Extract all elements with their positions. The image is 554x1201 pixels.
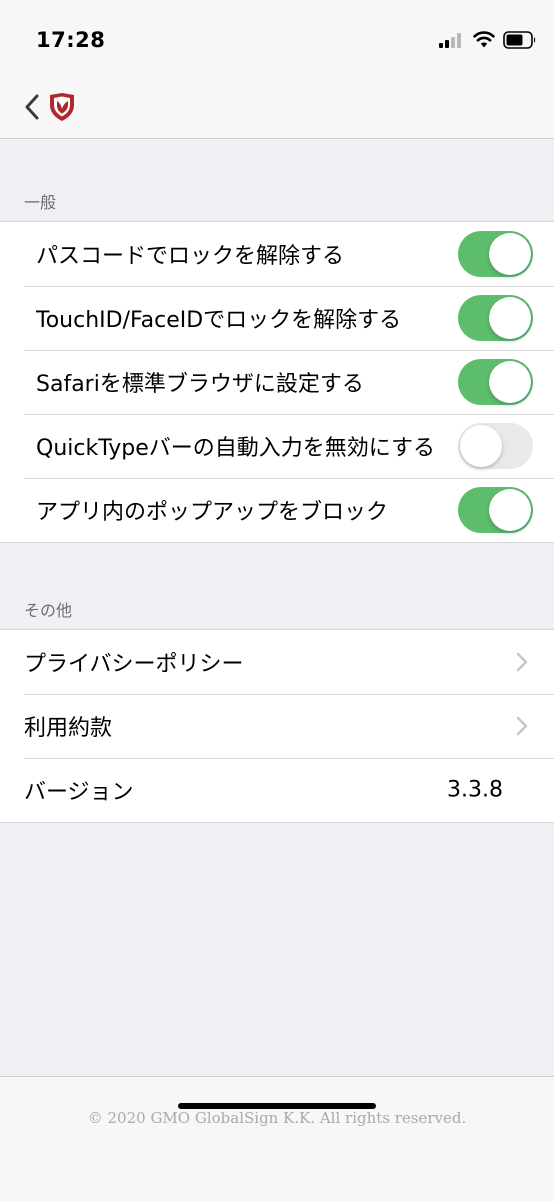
section-header-other: その他 [24, 601, 73, 620]
copyright-text: © 2020 GMO GlobalSign K.K. All rights re… [87, 1109, 467, 1127]
navigation-bar [0, 80, 554, 139]
shield-logo-icon [50, 93, 74, 121]
toggle-knob [489, 489, 531, 531]
wifi-icon [473, 31, 495, 48]
row-version: バージョン 3.3.8 [0, 758, 554, 822]
setting-row-passcode-lock: パスコードでロックを解除する [0, 222, 554, 286]
row-label-version: バージョン [24, 780, 134, 805]
row-privacy-policy[interactable]: プライバシーポリシー [0, 630, 554, 694]
status-bar: 17:28 [0, 0, 554, 80]
chevron-right-icon [516, 652, 528, 672]
toggle-touchid-faceid[interactable] [458, 295, 533, 341]
cellular-signal-icon [439, 33, 465, 48]
section-header-general: 一般 [24, 193, 57, 212]
toggle-block-popups[interactable] [458, 487, 533, 533]
battery-icon [503, 31, 536, 49]
status-time: 17:28 [36, 28, 106, 52]
row-label-terms-of-use: 利用約款 [24, 716, 113, 741]
toggle-knob [489, 297, 531, 339]
setting-row-touchid-faceid: TouchID/FaceIDでロックを解除する [0, 286, 554, 350]
toggle-knob [460, 425, 502, 467]
general-settings-group: パスコードでロックを解除する TouchID/FaceIDでロックを解除する S… [0, 221, 554, 543]
toggle-knob [489, 233, 531, 275]
chevron-left-icon[interactable] [22, 92, 44, 122]
setting-label-quicktype: QuickTypeバーの自動入力を無効にする [36, 436, 435, 461]
chevron-right-icon [516, 716, 528, 736]
setting-label-touchid-faceid: TouchID/FaceIDでロックを解除する [36, 308, 402, 333]
setting-row-quicktype: QuickTypeバーの自動入力を無効にする [0, 414, 554, 478]
row-label-privacy-policy: プライバシーポリシー [24, 652, 244, 677]
setting-row-default-browser: Safariを標準ブラウザに設定する [0, 350, 554, 414]
home-indicator[interactable] [178, 1103, 376, 1109]
row-terms-of-use[interactable]: 利用約款 [0, 694, 554, 758]
footer: © 2020 GMO GlobalSign K.K. All rights re… [0, 1076, 554, 1201]
setting-label-passcode-lock: パスコードでロックを解除する [36, 244, 345, 269]
setting-label-block-popups: アプリ内のポップアップをブロック [36, 500, 389, 525]
toggle-passcode-lock[interactable] [458, 231, 533, 277]
setting-label-default-browser: Safariを標準ブラウザに設定する [36, 372, 364, 397]
other-settings-group: プライバシーポリシー 利用約款 バージョン 3.3.8 [0, 629, 554, 823]
toggle-knob [489, 361, 531, 403]
setting-row-block-popups: アプリ内のポップアップをブロック [0, 478, 554, 542]
version-value: 3.3.8 [447, 777, 503, 803]
toggle-default-browser[interactable] [458, 359, 533, 405]
toggle-quicktype[interactable] [458, 423, 533, 469]
